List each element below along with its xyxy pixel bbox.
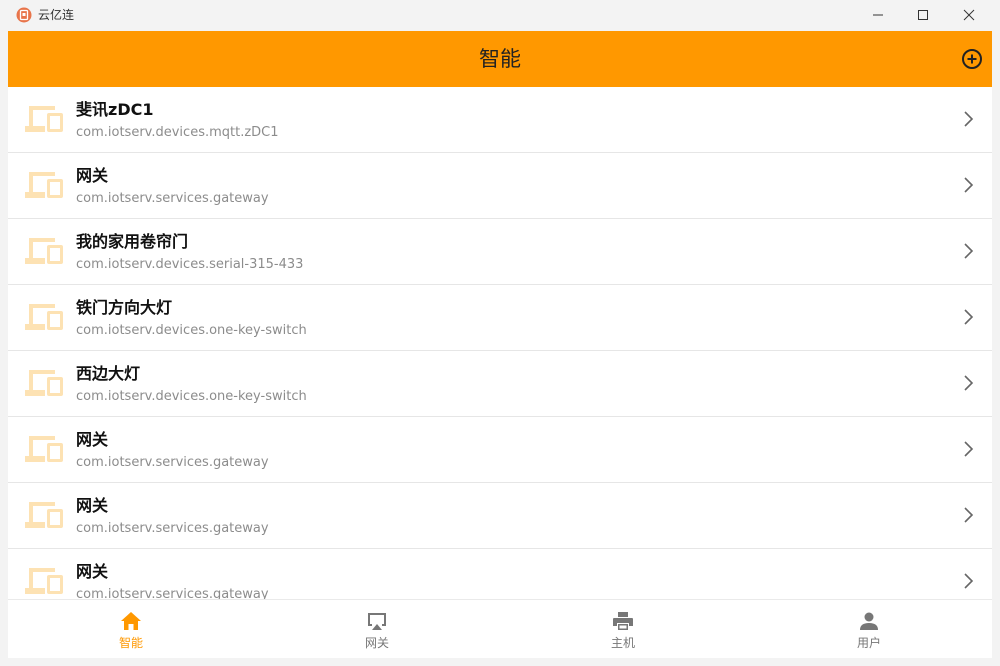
devices-icon <box>25 304 63 330</box>
device-id: com.iotserv.devices.one-key-switch <box>76 323 307 338</box>
devices-icon <box>25 568 63 594</box>
device-list-item[interactable]: 网关 com.iotserv.services.gateway <box>8 153 992 219</box>
nav-item-2[interactable]: 主机 <box>500 600 746 658</box>
device-list-item[interactable]: 斐讯zDC1 com.iotserv.devices.mqtt.zDC1 <box>8 87 992 153</box>
chevron-right-icon <box>964 507 974 523</box>
devices-icon <box>25 238 63 264</box>
device-name: 网关 <box>76 496 109 515</box>
device-id: com.iotserv.devices.mqtt.zDC1 <box>76 125 279 140</box>
chevron-right-icon <box>964 111 974 127</box>
window-title: 云亿连 <box>38 8 75 22</box>
plus-circle-icon[interactable] <box>960 47 984 71</box>
app-logo-icon <box>16 7 32 23</box>
device-list-item[interactable]: 网关 com.iotserv.services.gateway <box>8 417 992 483</box>
nav-item-0[interactable]: 智能 <box>8 600 254 658</box>
devices-icon <box>25 370 63 396</box>
close-button[interactable] <box>946 0 992 30</box>
nav-item-label: 主机 <box>610 636 635 650</box>
chevron-right-icon <box>964 573 974 589</box>
nav-item-3[interactable]: 用户 <box>746 600 992 658</box>
device-id: com.iotserv.services.gateway <box>76 455 269 470</box>
devices-icon <box>25 106 63 132</box>
devices-icon <box>25 502 63 528</box>
app-content: 智能 斐讯zDC1 com.iotserv.devices.mqtt.zDC1 … <box>8 31 992 658</box>
device-name: 我的家用卷帘门 <box>76 232 189 251</box>
nav-item-label: 网关 <box>364 636 389 650</box>
device-name: 网关 <box>76 430 109 449</box>
device-id: com.iotserv.devices.serial-315-433 <box>76 257 304 272</box>
home-icon <box>121 612 141 630</box>
nav-item-1[interactable]: 网关 <box>254 600 500 658</box>
close-icon <box>963 9 975 21</box>
nav-item-label: 智能 <box>118 636 143 650</box>
device-id: com.iotserv.devices.one-key-switch <box>76 389 307 404</box>
device-list-item[interactable]: 铁门方向大灯 com.iotserv.devices.one-key-switc… <box>8 285 992 351</box>
bottom-navigation: 智能 网关 主机 用户 <box>8 599 992 658</box>
device-list-item[interactable]: 网关 com.iotserv.services.gateway <box>8 549 992 599</box>
device-id: com.iotserv.services.gateway <box>76 521 269 536</box>
minimize-icon <box>873 14 883 16</box>
title-bar: 云亿连 <box>0 0 1000 30</box>
device-id: com.iotserv.services.gateway <box>76 587 269 599</box>
printer-icon <box>613 612 633 630</box>
chevron-right-icon <box>964 375 974 391</box>
nav-item-label: 用户 <box>856 636 881 650</box>
devices-icon <box>25 172 63 198</box>
devices-icon <box>25 436 63 462</box>
airplay-icon <box>368 613 386 630</box>
app-bar: 智能 <box>8 31 992 87</box>
person-icon <box>860 612 878 630</box>
device-name: 网关 <box>76 562 109 581</box>
maximize-button[interactable] <box>900 0 946 30</box>
device-name: 斐讯zDC1 <box>76 100 154 119</box>
app-window: 云亿连 智能 斐讯zDC1 com.iotserv.devices.mqtt.z… <box>0 0 1000 666</box>
device-list-item[interactable]: 我的家用卷帘门 com.iotserv.devices.serial-315-4… <box>8 219 992 285</box>
chevron-right-icon <box>964 309 974 325</box>
page-title: 智能 <box>479 47 521 71</box>
device-list: 斐讯zDC1 com.iotserv.devices.mqtt.zDC1 网关 … <box>8 87 992 599</box>
minimize-button[interactable] <box>855 0 901 30</box>
chevron-right-icon <box>964 243 974 259</box>
device-list-item[interactable]: 网关 com.iotserv.services.gateway <box>8 483 992 549</box>
device-id: com.iotserv.services.gateway <box>76 191 269 206</box>
chevron-right-icon <box>964 441 974 457</box>
device-name: 铁门方向大灯 <box>76 298 173 317</box>
device-name: 西边大灯 <box>76 364 141 383</box>
device-name: 网关 <box>76 166 109 185</box>
maximize-icon <box>918 10 928 20</box>
device-list-item[interactable]: 西边大灯 com.iotserv.devices.one-key-switch <box>8 351 992 417</box>
chevron-right-icon <box>964 177 974 193</box>
